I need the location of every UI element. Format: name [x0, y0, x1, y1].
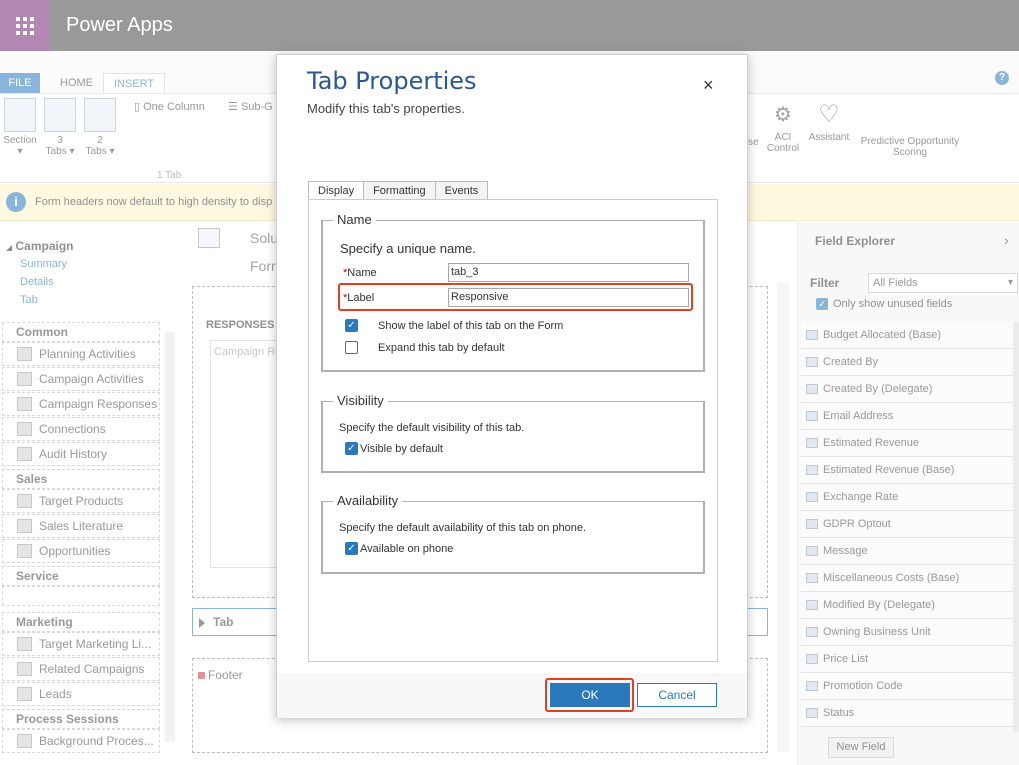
- name-hint: Specify a unique name.: [340, 241, 476, 256]
- availability-fieldset: Availability Specify the default availab…: [321, 493, 705, 574]
- available-on-phone-checkbox[interactable]: ✓: [345, 542, 358, 555]
- visibility-legend: Visibility: [333, 393, 388, 408]
- availability-legend: Availability: [333, 493, 403, 508]
- availability-hint: Specify the default availability of this…: [339, 522, 587, 534]
- expand-checkbox[interactable]: [345, 341, 358, 354]
- display-panel: Name Specify a unique name. *Name tab_3 …: [308, 199, 718, 662]
- cancel-button[interactable]: Cancel: [637, 683, 717, 707]
- visible-by-default-checkbox[interactable]: ✓: [345, 442, 358, 455]
- tab-display[interactable]: Display: [308, 181, 365, 200]
- expand-text: Expand this tab by default: [378, 342, 505, 354]
- name-label-text: Name: [347, 267, 377, 279]
- name-legend: Name: [333, 212, 376, 227]
- tab-events[interactable]: Events: [434, 181, 489, 200]
- tab-formatting[interactable]: Formatting: [363, 181, 436, 200]
- available-on-phone-text: Available on phone: [360, 543, 454, 555]
- name-input[interactable]: tab_3: [448, 263, 689, 282]
- name-field-label: *Name: [343, 267, 377, 279]
- dialog-subtitle: Modify this tab's properties.: [307, 101, 465, 116]
- visibility-hint: Specify the default visibility of this t…: [339, 422, 525, 434]
- highlight-box: [338, 283, 693, 311]
- show-label-text: Show the label of this tab on the Form: [378, 320, 564, 332]
- ok-button[interactable]: OK: [550, 683, 630, 707]
- visible-by-default-text: Visible by default: [360, 443, 443, 455]
- show-label-checkbox[interactable]: ✓: [345, 319, 358, 332]
- dialog-title: Tab Properties: [307, 67, 477, 95]
- close-icon[interactable]: ×: [703, 75, 714, 96]
- visibility-fieldset: Visibility Specify the default visibilit…: [321, 393, 705, 473]
- tab-properties-dialog: Tab Properties Modify this tab's propert…: [276, 54, 748, 718]
- dialog-tab-strip: Display Formatting Events: [308, 181, 489, 200]
- name-fieldset: Name Specify a unique name. *Name tab_3 …: [321, 212, 705, 372]
